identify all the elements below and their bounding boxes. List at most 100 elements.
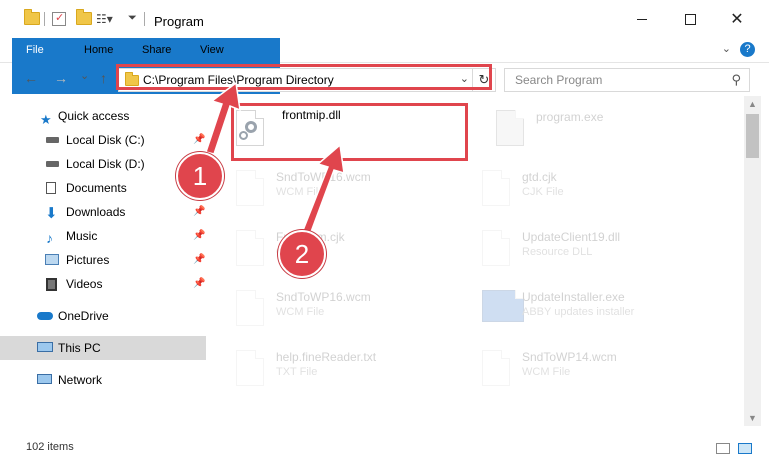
help-icon[interactable]: ? [740,42,755,57]
folder-icon [24,9,40,25]
sidebar-item-quick-access[interactable]: ★ Quick access [0,104,206,128]
file-type: CJK File [522,186,564,198]
cloud-icon [37,312,53,320]
up-arrow-icon[interactable]: ↑ [100,70,107,86]
title-bar: ✓ ☷▾ ⏷ Program ✕ [0,0,769,38]
minimize-icon [637,19,647,21]
back-arrow-icon[interactable]: ← [24,70,38,86]
tab-view[interactable]: View [186,38,238,62]
step-badge-2: 2 [278,230,326,278]
star-icon: ★ [40,112,52,127]
new-folder-icon[interactable] [76,9,92,25]
vertical-scrollbar[interactable]: ▲ ▼ [744,96,761,426]
tab-home[interactable]: Home [70,38,127,62]
sidebar-item-label: Documents [66,181,127,195]
search-input[interactable] [513,72,717,88]
forward-arrow-icon[interactable]: → [54,70,68,86]
customize-icon[interactable]: ☷▾ [96,12,113,26]
music-icon: ♪ [46,230,53,246]
pin-icon[interactable]: 📌 [193,128,205,152]
sidebar-item-label: This PC [58,341,101,355]
file-item[interactable]: help.fineReader.txt TXT File [218,342,458,398]
file-name: help.fineReader.txt [276,350,377,364]
tab-share[interactable]: Share [128,38,185,62]
file-type: ABBY updates installer [522,306,635,318]
drive-icon [46,161,59,167]
sidebar-item-label: Pictures [66,253,110,267]
search-icon[interactable]: ⚲ [731,72,741,88]
expand-ribbon-icon[interactable]: ⌄ [722,42,731,55]
file-icon [482,230,510,266]
scroll-up-icon[interactable]: ▲ [748,99,757,109]
file-icon [236,230,264,266]
sidebar-item-pictures[interactable]: Pictures 📌 [0,248,206,272]
file-item[interactable]: program.exe [478,102,718,158]
close-icon: ✕ [730,11,744,28]
sidebar-item-onedrive[interactable]: OneDrive [0,304,206,328]
window-title: Program [154,14,204,29]
sidebar-item-local-disk-c[interactable]: Local Disk (C:) 📌 [0,128,206,152]
pin-icon[interactable]: 📌 [193,272,205,296]
file-item[interactable]: UpdateClient19.dll Resource DLL [464,222,704,278]
sidebar-item-videos[interactable]: Videos 📌 [0,272,206,296]
separator [144,12,145,26]
computer-icon [37,342,53,352]
file-item[interactable]: gtd.cjk CJK File [464,162,704,218]
file-type: WCM File [276,306,325,318]
separator [44,12,45,26]
file-name: SndToWP14.wcm [522,350,617,364]
sidebar-item-documents[interactable]: Documents 📌 [0,176,206,200]
videos-icon [46,278,57,291]
file-icon [236,290,264,326]
file-type: WCM File [522,366,571,378]
properties-icon[interactable]: ✓ [52,12,66,26]
file-type: WCM File [276,186,325,198]
sidebar-item-music[interactable]: ♪ Music 📌 [0,224,206,248]
sidebar-item-label: Quick access [58,109,130,123]
sidebar-item-label: Music [66,229,98,243]
scrollbar-thumb[interactable] [746,114,759,158]
file-item[interactable]: UpdateInstaller.exe ABBY updates install… [464,282,704,338]
pin-icon[interactable]: 📌 [193,248,205,272]
minimize-button[interactable] [627,8,657,32]
file-icon [236,170,264,206]
file-name: SndToWP16.wcm [276,290,371,304]
recent-locations-icon[interactable]: ⌄ [80,69,89,82]
file-name: gtd.cjk [522,170,557,184]
sidebar-item-label: Local Disk (C:) [66,133,145,147]
sidebar-item-label: Network [58,373,103,387]
file-type: Resource DLL [522,246,593,258]
maximize-button[interactable] [675,8,705,32]
sidebar-item-label: OneDrive [58,309,109,323]
file-name: SndToWP16.wcm [276,170,371,184]
download-icon: ⬇ [45,205,58,222]
exe-file-icon [496,110,524,146]
pictures-icon [45,254,59,265]
details-view-icon[interactable] [716,443,730,454]
file-item[interactable]: SndToWP14.wcm WCM File [464,342,704,398]
pin-icon[interactable]: 📌 [193,200,205,224]
sidebar-item-label: Videos [66,277,103,291]
sidebar-item-label: Local Disk (D:) [66,157,145,171]
file-icon [482,350,510,386]
sidebar-item-downloads[interactable]: ⬇ Downloads 📌 [0,200,206,224]
quick-access-dropdown-icon[interactable]: ⏷ [128,12,137,25]
documents-icon [46,182,56,194]
search-box[interactable]: ⚲ [504,68,750,92]
file-name: UpdateInstaller.exe [522,290,625,304]
file-item[interactable]: Frontcom.cjk CJK File [218,222,458,278]
file-name: UpdateClient19.dll [522,230,621,244]
step-badge-1: 1 [176,152,224,200]
close-button[interactable]: ✕ [722,8,752,32]
file-item[interactable]: SndToWP16.wcm WCM File [218,282,458,338]
sidebar-item-this-pc[interactable]: This PC [0,336,206,360]
pin-icon[interactable]: 📌 [193,224,205,248]
drive-icon [46,137,59,143]
file-name: program.exe [536,110,604,124]
large-icons-view-icon[interactable] [738,443,752,454]
status-bar: 102 items [0,436,769,460]
file-item[interactable]: SndToWP16.wcm WCM File [218,162,458,218]
scroll-down-icon[interactable]: ▼ [748,413,757,423]
sidebar-item-local-disk-d[interactable]: Local Disk (D:) [0,152,206,176]
sidebar-item-network[interactable]: Network [0,368,206,392]
